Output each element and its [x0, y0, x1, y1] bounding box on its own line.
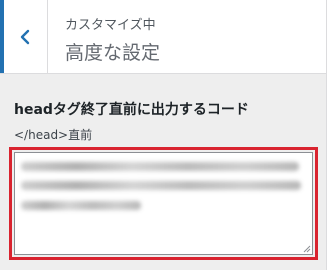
blurred-code-line	[21, 201, 141, 210]
section-header: カスタマイズ中 高度な設定	[0, 0, 326, 74]
back-button[interactable]	[0, 0, 48, 73]
control-description: </head>直前	[14, 128, 93, 142]
control-label: headタグ終了直前に出力するコード	[14, 102, 249, 118]
section-title: 高度な設定	[65, 42, 161, 64]
resize-grip-icon[interactable]	[301, 243, 311, 253]
customizer-panel: カスタマイズ中 高度な設定 headタグ終了直前に出力するコード </head>…	[0, 0, 327, 270]
blurred-code-line	[21, 162, 299, 171]
customizing-label: カスタマイズ中	[65, 18, 156, 33]
blurred-code-line	[21, 181, 301, 190]
code-textarea[interactable]	[14, 152, 313, 255]
chevron-left-icon	[20, 29, 30, 45]
